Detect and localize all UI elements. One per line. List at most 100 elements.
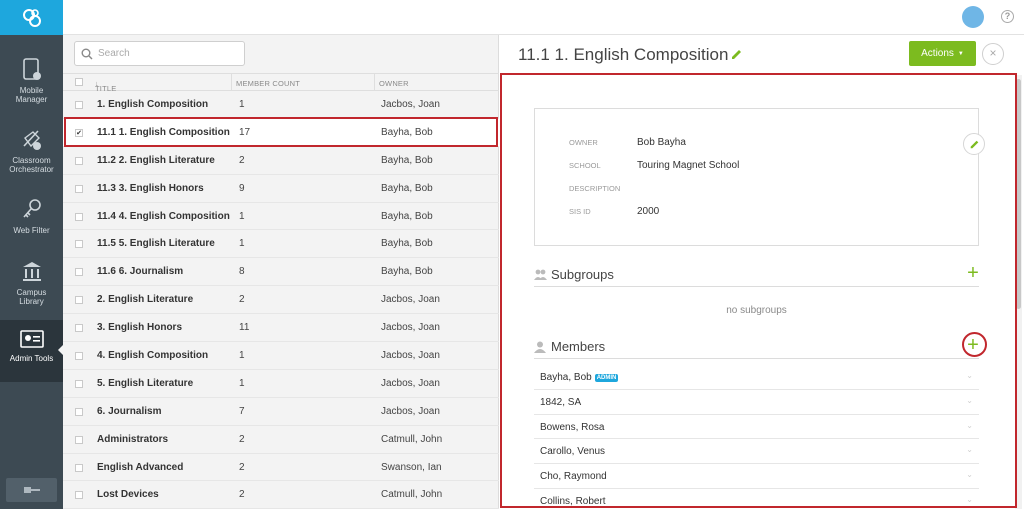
chevron-down-icon[interactable]: ⌄ — [966, 421, 973, 430]
column-header-member-count[interactable]: MEMBER COUNT — [236, 79, 300, 88]
table-row[interactable]: 11.5 5. English Literature 1 Bayha, Bob — [63, 230, 499, 259]
row-owner: Jacbos, Joan — [381, 294, 440, 306]
search-box[interactable] — [74, 41, 245, 66]
row-title: 11.2 2. English Literature — [97, 154, 215, 166]
pencil-icon[interactable] — [730, 48, 743, 61]
table-row[interactable]: 11.3 3. English Honors 9 Bayha, Bob — [63, 175, 499, 203]
row-checkbox[interactable] — [75, 240, 83, 249]
orchestrator-icon — [22, 130, 41, 150]
table-row[interactable]: Lost Devices 2 Catmull, John — [63, 481, 499, 509]
table-row[interactable]: 11.2 2. English Literature 2 Bayha, Bob — [63, 147, 499, 175]
table-row[interactable]: 6. Journalism 7 Jacbos, Joan — [63, 398, 499, 426]
actions-button[interactable]: Actions ▼ — [909, 41, 976, 66]
table-row[interactable]: 5. English Literature 1 Jacbos, Joan — [63, 370, 499, 398]
mobile-device-icon — [22, 58, 41, 80]
row-owner: Jacbos, Joan — [381, 405, 440, 417]
sisid-label: SIS ID — [569, 207, 591, 216]
table-row[interactable]: ✔ 11.1 1. English Composition 17 Bayha, Bob — [63, 118, 499, 147]
row-owner: Catmull, John — [381, 433, 443, 445]
member-name: Cho, Raymond — [540, 471, 607, 483]
table-row[interactable]: 11.6 6. Journalism 8 Bayha, Bob — [63, 258, 499, 287]
chevron-down-icon[interactable]: ⌄ — [966, 371, 973, 380]
help-icon[interactable]: ? — [1001, 10, 1014, 23]
nav-item-admin-tools[interactable]: Admin Tools — [0, 320, 64, 382]
table-row[interactable]: 3. English Honors 11 Jacbos, Joan — [63, 314, 499, 343]
row-checkbox[interactable] — [75, 212, 83, 221]
users-icon — [534, 269, 547, 280]
member-name: Bayha, Bob ADMIN — [540, 372, 619, 383]
row-member-count: 1 — [239, 210, 245, 222]
row-member-count: 9 — [239, 182, 245, 194]
add-subgroup-button[interactable]: + — [964, 263, 982, 283]
list-item[interactable]: Collins, Robert ⌄ — [534, 489, 979, 509]
table-row[interactable]: 2. English Literature 2 Jacbos, Joan — [63, 286, 499, 315]
nav-item-web-filter[interactable]: Web Filter — [0, 190, 63, 252]
row-member-count: 2 — [239, 433, 245, 445]
table-row[interactable]: 1. English Composition 1 Jacbos, Joan — [63, 91, 499, 119]
list-item[interactable]: Bowens, Rosa ⌄ — [534, 415, 979, 440]
row-checkbox[interactable] — [75, 379, 83, 388]
row-checkbox[interactable] — [75, 463, 83, 472]
no-subgroups-text: no subgroups — [726, 305, 787, 316]
row-title: 3. English Honors — [97, 322, 183, 334]
row-member-count: 1 — [239, 238, 245, 250]
row-checkbox[interactable] — [75, 268, 83, 277]
row-owner: Jacbos, Joan — [381, 377, 440, 389]
edit-info-button[interactable] — [963, 133, 985, 155]
row-checkbox[interactable] — [75, 324, 83, 333]
search-input[interactable] — [98, 48, 238, 59]
row-checkbox[interactable] — [75, 156, 83, 165]
sisid-value: 2000 — [637, 206, 660, 217]
row-checkbox[interactable] — [75, 352, 83, 361]
column-header-owner[interactable]: OWNER — [379, 79, 409, 88]
row-checkbox[interactable] — [75, 184, 83, 193]
school-label: SCHOOL — [569, 161, 601, 170]
row-checkbox[interactable]: ✔ — [75, 128, 83, 137]
row-title: Lost Devices — [97, 489, 159, 501]
chevron-down-icon[interactable]: ⌄ — [966, 396, 973, 405]
list-item[interactable]: Carollo, Venus ⌄ — [534, 439, 979, 465]
list-item[interactable]: Cho, Raymond ⌄ — [534, 464, 979, 489]
row-title: Administrators — [97, 433, 169, 445]
chevron-down-icon[interactable]: ⌄ — [966, 495, 973, 504]
chevron-down-icon[interactable]: ⌄ — [966, 470, 973, 479]
subgroups-title: Subgroups — [551, 267, 614, 282]
list-item[interactable]: Bayha, Bob ADMIN ⌄ — [534, 365, 979, 390]
pencil-icon — [970, 140, 978, 148]
app-logo[interactable] — [0, 0, 63, 35]
row-title: 6. Journalism — [97, 405, 162, 417]
close-button[interactable]: × — [982, 43, 1004, 65]
nav-item-mobile-manager[interactable]: Mobile Manager — [0, 50, 63, 112]
owner-label: OWNER — [569, 138, 598, 147]
row-checkbox[interactable] — [75, 296, 83, 305]
nav-item-campus-library[interactable]: Campus Library — [0, 252, 63, 314]
nav-label: Library — [19, 297, 44, 306]
table-row[interactable]: English Advanced 2 Swanson, Ian — [63, 454, 499, 482]
scrollbar-thumb[interactable] — [1016, 79, 1021, 309]
list-item[interactable]: 1842, SA ⌄ — [534, 390, 979, 415]
user-avatar[interactable] — [962, 6, 984, 28]
row-owner: Bayha, Bob — [381, 210, 433, 222]
table-row[interactable]: 4. English Composition 1 Jacbos, Joan — [63, 342, 499, 370]
collapse-nav-button[interactable] — [6, 478, 57, 502]
admin-badge: ADMIN — [594, 374, 619, 382]
column-divider — [374, 74, 375, 91]
row-checkbox[interactable] — [75, 491, 83, 500]
row-member-count: 2 — [239, 154, 245, 166]
row-checkbox[interactable] — [75, 101, 83, 109]
group-list-panel: TITLE ↓ MEMBER COUNT OWNER 1. English Co… — [63, 35, 499, 509]
row-title: 11.3 3. English Honors — [97, 182, 204, 194]
group-info-card: OWNER Bob Bayha SCHOOL Touring Magnet Sc… — [534, 108, 985, 246]
table-row[interactable]: 11.4 4. English Composition 1 Bayha, Bob — [63, 203, 499, 231]
table-row[interactable]: Administrators 2 Catmull, John — [63, 426, 499, 454]
key-small-icon — [23, 487, 40, 493]
row-member-count: 2 — [239, 294, 245, 306]
nav-item-classroom-orchestrator[interactable]: Classroom Orchestrator — [0, 120, 63, 182]
chevron-down-icon[interactable]: ⌄ — [966, 445, 973, 454]
select-all-checkbox[interactable] — [75, 78, 83, 86]
column-header-title[interactable]: TITLE ↓ — [95, 79, 116, 93]
nav-label: Orchestrator — [9, 165, 54, 174]
row-checkbox[interactable] — [75, 435, 83, 444]
row-checkbox[interactable] — [75, 407, 83, 416]
user-icon — [534, 341, 546, 353]
